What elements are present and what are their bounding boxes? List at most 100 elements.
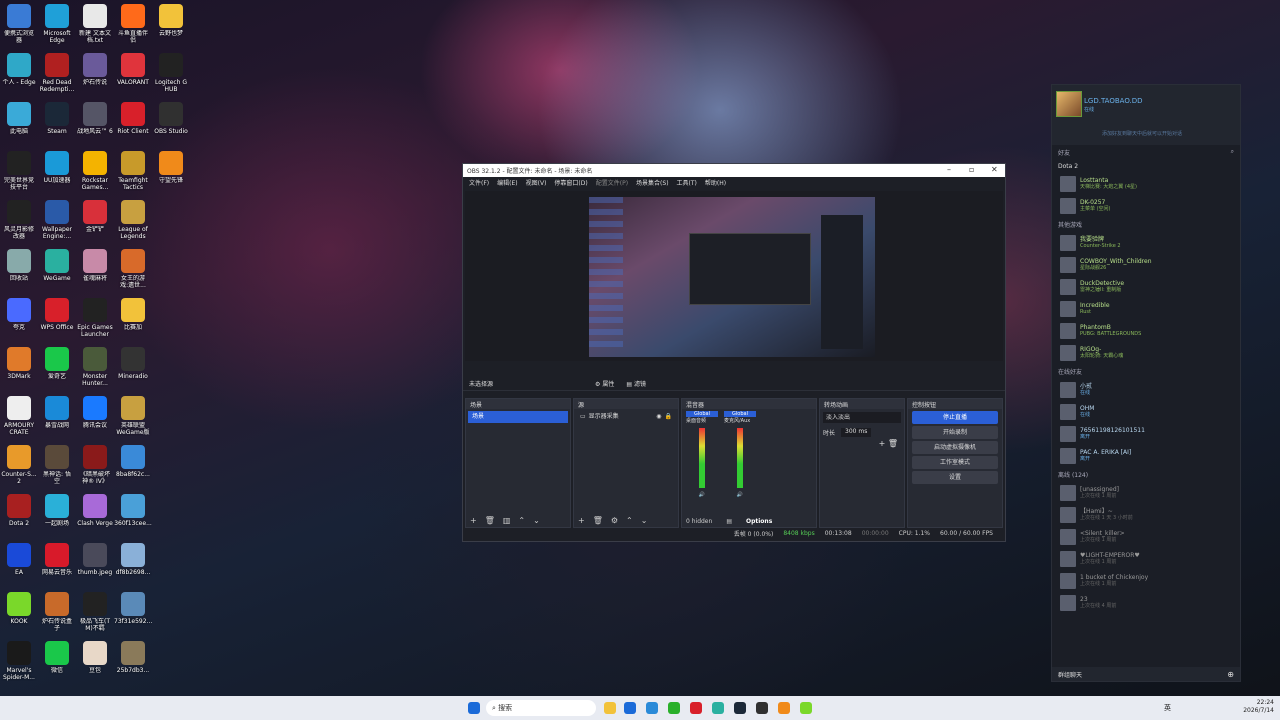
down-icon[interactable]: ⌄ — [641, 516, 648, 525]
desktop-icon[interactable]: 风灵月影修 改器 — [0, 200, 38, 240]
maximize-icon[interactable]: ▫ — [969, 165, 974, 174]
menu-edit[interactable]: 编辑(E) — [497, 178, 517, 187]
desktop-icon[interactable]: 云野也梦 — [152, 4, 190, 44]
steam-friends-window[interactable]: LGD.TAOBAO.DD 在线 添加好友到聊天中后就可以开始对话 好友 ⌕ D… — [1051, 84, 1241, 682]
desktop-icon[interactable]: 炉石传说盒 子 — [38, 592, 76, 632]
desktop-icon[interactable]: 战地风云™ 6 — [76, 102, 114, 142]
desktop-icon[interactable]: Steam — [38, 102, 76, 142]
menu-view[interactable]: 视图(V) — [526, 178, 547, 187]
edge-icon[interactable] — [646, 702, 658, 714]
filter-icon[interactable]: ▥ — [503, 516, 511, 525]
desktop-icon[interactable]: 360f13cee... — [114, 494, 152, 534]
desktop-icon[interactable]: 网易云音乐 — [38, 543, 76, 583]
add-icon[interactable]: + — [578, 516, 585, 525]
desktop-icon[interactable]: 金铲铲 — [76, 200, 114, 240]
desktop-icon[interactable]: EA — [0, 543, 38, 583]
menu-profile[interactable]: 配置文件(P) — [596, 178, 628, 187]
desktop-icon[interactable]: Dota 2 — [0, 494, 38, 534]
xbox-icon[interactable] — [668, 702, 680, 714]
desktop-icon[interactable]: 爱奇艺 — [38, 347, 76, 387]
desktop-icon[interactable]: 炉石传说 — [76, 53, 114, 93]
desktop-icon[interactable]: Monster Hunter... — [76, 347, 114, 387]
desktop-icon[interactable]: Epic Games Launcher — [76, 298, 114, 338]
friend-item[interactable]: DK-0257 主菜单 (空闲) — [1052, 195, 1240, 217]
desktop-icon[interactable]: Wallpaper Engine:... — [38, 200, 76, 240]
eye-icon[interactable]: ◉ — [656, 411, 661, 423]
scene-item[interactable]: 场景 — [468, 411, 568, 423]
avatar[interactable] — [1056, 91, 1082, 117]
desktop-icon[interactable]: 73f31e592... — [114, 592, 152, 632]
desktop-icon[interactable]: 此电脑 — [0, 102, 38, 142]
desktop-icon[interactable]: 新建 文本文 档.txt — [76, 4, 114, 44]
options-button[interactable]: Options — [746, 518, 772, 525]
desktop-icon[interactable]: 夸克 — [0, 298, 38, 338]
gear-icon[interactable]: ⚙ — [611, 516, 618, 525]
menu-tools[interactable]: 工具(T) — [677, 178, 697, 187]
desktop-icon[interactable]: 黑神话: 悟 空 — [38, 445, 76, 485]
virtual-camera-button[interactable]: 启动虚拟摄像机 — [912, 441, 998, 454]
steam-icon[interactable] — [734, 702, 746, 714]
desktop-icon[interactable]: 《暗黑破坏 神® IV》 — [76, 445, 114, 485]
obs-icon[interactable] — [756, 702, 768, 714]
store-icon[interactable] — [624, 702, 636, 714]
trash-icon[interactable]: 🗑 — [485, 516, 495, 525]
source-item[interactable]: ▭ 显示器采集 ◉ 🔒 — [576, 411, 676, 423]
desktop-icon[interactable]: League of Legends — [114, 200, 152, 240]
friend-item[interactable]: 【Hami】~ 上次在线 1 天 3 小时前 — [1052, 504, 1240, 526]
filters-button[interactable]: ▤ 滤镜 — [626, 379, 646, 388]
obs-preview[interactable] — [465, 191, 1003, 361]
steam-status[interactable]: 在线 — [1084, 106, 1094, 113]
desktop-icon[interactable]: 一起剧场 — [38, 494, 76, 534]
friend-item[interactable]: 23 上次在线 4 周前 — [1052, 592, 1240, 614]
friend-item[interactable]: 小贰 在线 — [1052, 379, 1240, 401]
clock[interactable]: 22:24 2026/7/14 — [1243, 699, 1274, 715]
friend-item[interactable]: OHM 在线 — [1052, 401, 1240, 423]
friend-item[interactable]: 我要验牌 Counter-Strike 2 — [1052, 232, 1240, 254]
app-icon[interactable] — [778, 702, 790, 714]
desktop-icon[interactable]: Microsoft Edge — [38, 4, 76, 44]
search-icon[interactable]: ⌕ — [1231, 148, 1234, 157]
file-explorer-icon[interactable] — [604, 702, 616, 714]
desktop-icon[interactable]: 3DMark — [0, 347, 38, 387]
friend-item[interactable]: DuckDetective 雷神之锤II: 重制版 — [1052, 276, 1240, 298]
friend-item[interactable]: 1 bucket of Chickenjoy 上次在线 1 周前 — [1052, 570, 1240, 592]
trash-icon[interactable]: 🗑 — [888, 439, 898, 448]
desktop-icon[interactable]: Teamfight Tactics — [114, 151, 152, 191]
add-icon[interactable]: + — [879, 439, 886, 448]
up-icon[interactable]: ⌃ — [626, 516, 633, 525]
desktop-icon[interactable]: 个人 - Edge — [0, 53, 38, 93]
desktop-icon[interactable]: 8ba8f62c... — [114, 445, 152, 485]
desktop-icon[interactable]: Mineradio — [114, 347, 152, 387]
friend-item[interactable]: <Silent_killer> 上次在线 1 周前 — [1052, 526, 1240, 548]
desktop-icon[interactable]: Red Dead Redempti... — [38, 53, 76, 93]
trash-icon[interactable]: 🗑 — [593, 516, 603, 525]
search-input[interactable]: ⌕ 搜索 — [486, 700, 596, 716]
close-icon[interactable]: ✕ — [991, 165, 998, 174]
friend-item[interactable]: Losttanta 天梯比赛: 大炮之翼 (4星) — [1052, 173, 1240, 195]
channel-name[interactable]: 桌面音频 — [686, 417, 718, 424]
up-icon[interactable]: ⌃ — [518, 516, 525, 525]
menu-help[interactable]: 帮助(H) — [705, 178, 726, 187]
friend-item[interactable]: PhantomB PUBG: BATTLEGROUNDS — [1052, 320, 1240, 342]
desktop-icon[interactable]: 英雄联盟 WeGame版 — [114, 396, 152, 436]
desktop-icon[interactable]: Clash Verge — [76, 494, 114, 534]
friend-item[interactable]: COWBOY_With_Children 星际战舰26 — [1052, 254, 1240, 276]
desktop-icon[interactable]: 极品飞车(T M)不羁 — [76, 592, 114, 632]
add-icon[interactable]: + — [470, 516, 477, 525]
desktop-icon[interactable]: Counter-S... 2 — [0, 445, 38, 485]
desktop-icon[interactable]: WeGame — [38, 249, 76, 289]
obs-window[interactable]: OBS 32.1.2 - 配置文件: 未命名 - 场景: 未命名 – ▫ ✕ 文… — [462, 163, 1006, 542]
desktop-icon[interactable]: VALORANT — [114, 53, 152, 93]
desktop-icon[interactable]: 完美世界竞 技平台 — [0, 151, 38, 191]
desktop-icon[interactable]: ARMOURY CRATE — [0, 396, 38, 436]
wegame-icon[interactable] — [712, 702, 724, 714]
obs-titlebar[interactable]: OBS 32.1.2 - 配置文件: 未命名 - 场景: 未命名 – ▫ ✕ — [463, 164, 1005, 177]
desktop-icon[interactable]: 25b7db3... — [114, 641, 152, 681]
desktop-icon[interactable]: 腾讯会议 — [76, 396, 114, 436]
studio-mode-button[interactable]: 工作室模式 — [912, 456, 998, 469]
desktop-icon[interactable]: 守望先锋 — [152, 151, 190, 191]
desktop-icon[interactable]: 暴雪战网 — [38, 396, 76, 436]
lock-icon[interactable]: 🔒 — [665, 411, 672, 423]
duration-input[interactable]: 300 ms — [841, 428, 872, 437]
friend-item[interactable]: RIGOg- 太阳轮骑: 天霸心魂 — [1052, 342, 1240, 364]
